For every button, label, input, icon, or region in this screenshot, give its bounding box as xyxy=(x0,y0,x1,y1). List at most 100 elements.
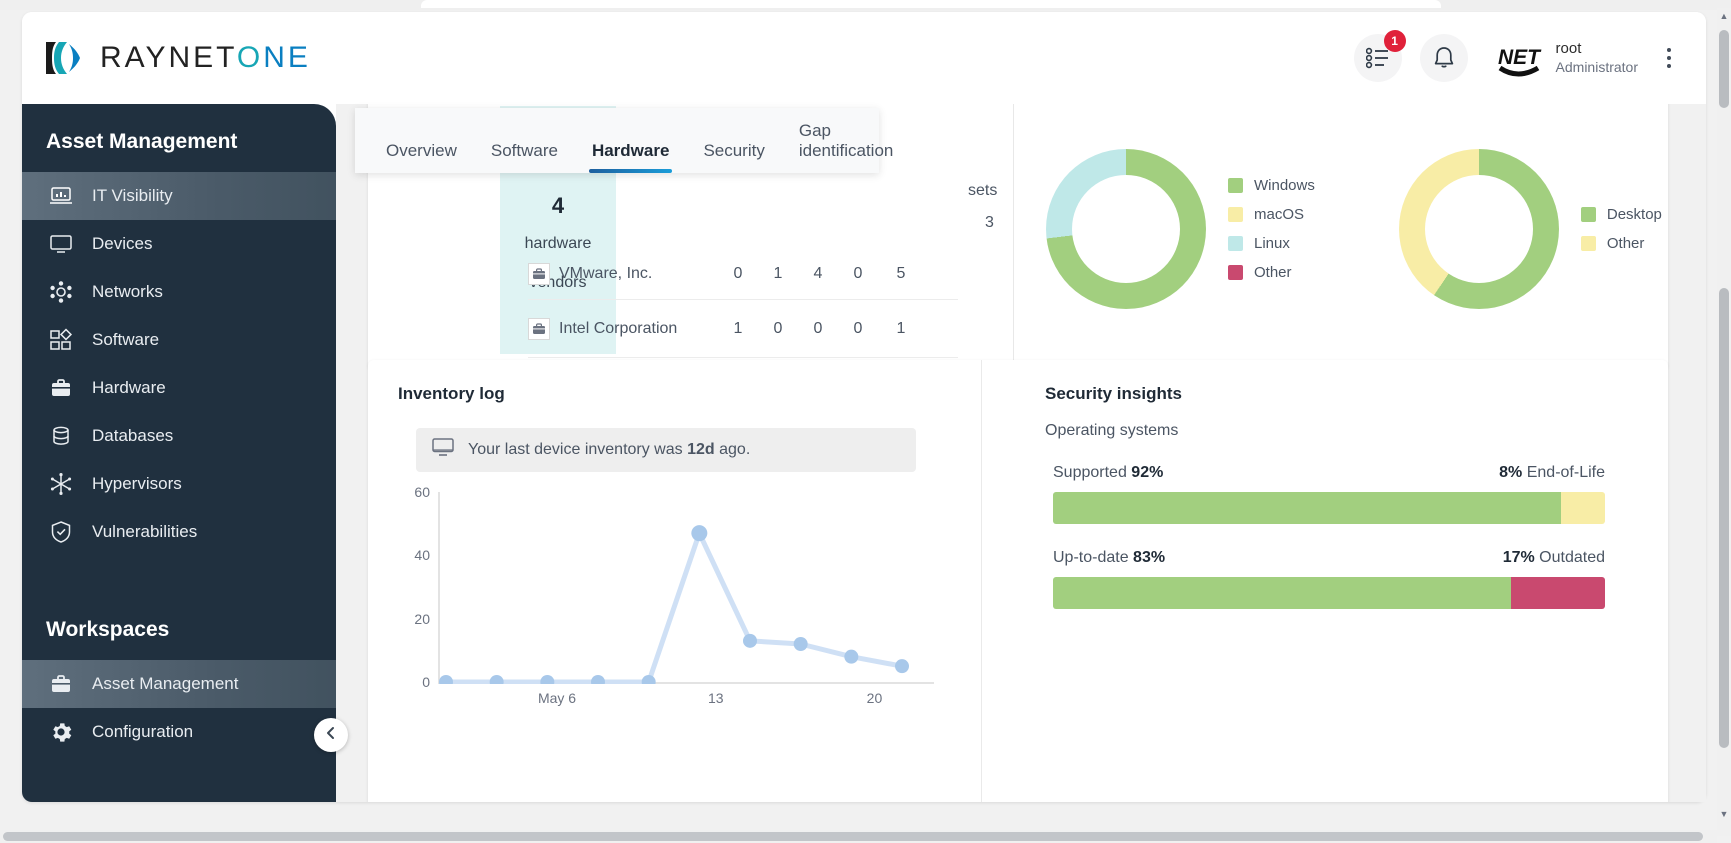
legend-swatch xyxy=(1580,236,1596,251)
sidebar-title: Asset Management xyxy=(46,130,238,153)
vendor-c4: 0 xyxy=(853,264,863,282)
factoid-number: 4 xyxy=(551,193,565,219)
legend-item[interactable]: Other xyxy=(1580,229,1662,258)
data-point[interactable] xyxy=(793,637,808,651)
clipped-value-fragment: 3 xyxy=(985,214,994,231)
operating-systems-donut[interactable] xyxy=(1046,149,1206,309)
main-content: landscape contains 4 hardware vendors se… xyxy=(336,104,1706,802)
avatar: NET xyxy=(1496,38,1544,78)
banner-value: 12d xyxy=(687,441,715,458)
tab-security[interactable]: Security xyxy=(686,141,781,173)
vendor-c2: 1 xyxy=(773,264,783,282)
vendor-c3: 4 xyxy=(813,264,823,282)
progress-bar[interactable] xyxy=(1053,492,1605,524)
vendor-name-cell: Intel Corporation xyxy=(528,317,718,340)
data-point[interactable] xyxy=(591,675,605,684)
device-types-donut[interactable] xyxy=(1398,149,1559,309)
kebab-menu-icon[interactable] xyxy=(1656,38,1682,78)
legend-item[interactable]: Windows xyxy=(1228,171,1315,200)
legend-swatch xyxy=(1580,207,1596,222)
sidebar-item-hypervisors[interactable]: Hypervisors xyxy=(22,460,336,508)
brand-logo[interactable]: RAYNETONE xyxy=(42,36,311,80)
vertical-scrollbar[interactable]: ▲ ▼ xyxy=(1717,8,1731,836)
bar-left-text: Supported xyxy=(1053,464,1127,481)
notifications-button[interactable] xyxy=(1419,34,1468,82)
data-point[interactable] xyxy=(439,675,453,684)
tab-hardware[interactable]: Hardware xyxy=(575,141,686,173)
horizontal-scroll-thumb[interactable] xyxy=(3,832,1703,841)
inventory-log-chart[interactable]: 60 40 20 0 May 6 13 20 xyxy=(398,484,958,722)
scroll-down-arrow[interactable]: ▼ xyxy=(1717,806,1731,822)
sidebar-item-it-visibility[interactable]: IT Visibility xyxy=(22,172,336,220)
line-path xyxy=(443,530,905,684)
security-insights-subtitle: Operating systems xyxy=(1045,422,1179,439)
horizontal-scrollbar[interactable] xyxy=(0,830,1717,843)
sidebar-item-label: Configuration xyxy=(92,722,194,741)
data-point[interactable] xyxy=(540,675,555,684)
user-meta: root Administrator xyxy=(1556,40,1638,76)
sidebar-collapse-button[interactable] xyxy=(314,718,348,752)
bar-right-label: 17% Outdated xyxy=(1503,549,1605,567)
vendor-c1: 0 xyxy=(733,264,743,282)
data-point[interactable] xyxy=(743,633,757,648)
application-window: RAYNETONE 1 NET root Administrator Asset… xyxy=(22,12,1706,802)
tab-software[interactable]: Software xyxy=(474,141,575,173)
tab-overview[interactable]: Overview xyxy=(369,141,474,173)
hardware-vendor-icon xyxy=(528,317,550,340)
vertical-scroll-thumb-top[interactable] xyxy=(1719,30,1729,108)
sidebar-item-label: Hardware xyxy=(92,378,166,397)
sidebar-item-devices[interactable]: Devices xyxy=(22,220,336,268)
card-divider xyxy=(981,360,982,802)
progress-bar[interactable] xyxy=(1053,577,1605,609)
tab-gap-identification[interactable]: Gap identification xyxy=(782,121,911,173)
snowflake-icon xyxy=(48,471,74,497)
os-donut-legend: Windows macOS Linux Other xyxy=(1228,171,1315,287)
sidebar-workspace-asset-management[interactable]: Asset Management xyxy=(22,660,336,708)
bar-right-text: Outdated xyxy=(1539,549,1605,566)
sidebar-item-label: Devices xyxy=(92,234,153,253)
legend-item[interactable]: Linux xyxy=(1228,229,1315,258)
x-axis-tick: 13 xyxy=(707,690,724,706)
table-row[interactable]: VMware, Inc. 0 1 4 0 5 xyxy=(528,248,958,300)
legend-item[interactable]: Desktop xyxy=(1580,200,1662,229)
sidebar-item-networks[interactable]: Networks xyxy=(22,268,336,316)
y-axis-tick: 0 xyxy=(422,674,430,690)
data-point[interactable] xyxy=(844,649,859,664)
data-point[interactable] xyxy=(641,675,656,684)
app-header: RAYNETONE 1 NET root Administrator xyxy=(22,12,1706,104)
y-axis-ticks: 60 40 20 0 xyxy=(398,484,430,690)
vertical-scroll-thumb[interactable] xyxy=(1719,288,1729,748)
banner-prefix: Your last device inventory was xyxy=(468,441,683,458)
bar-right-value: 8% xyxy=(1499,464,1523,481)
clipped-header-fragment: sets xyxy=(968,182,998,199)
user-menu[interactable]: NET root Administrator xyxy=(1496,38,1682,78)
sidebar-item-label: Asset Management xyxy=(92,674,239,693)
table-row[interactable]: Intel Corporation 1 0 0 0 1 xyxy=(528,300,958,358)
section-tabs: Overview Software Hardware Security Gap … xyxy=(355,108,893,173)
line-series xyxy=(439,525,909,684)
progress-rest xyxy=(1560,492,1605,524)
tasks-button[interactable]: 1 xyxy=(1353,30,1406,82)
progress-rest xyxy=(1511,577,1605,609)
legend-item[interactable]: macOS xyxy=(1228,200,1315,229)
sidebar-item-databases[interactable]: Databases xyxy=(22,412,336,460)
sidebar-item-software[interactable]: Software xyxy=(22,316,336,364)
sidebar-workspace-configuration[interactable]: Configuration xyxy=(22,708,336,756)
sidebar-item-vulnerabilities[interactable]: Vulnerabilities xyxy=(22,508,336,556)
donut-charts: Windows macOS Linux Other Desktop Other xyxy=(1028,104,1662,354)
data-point[interactable] xyxy=(489,675,504,684)
scroll-up-arrow[interactable]: ▲ xyxy=(1717,8,1731,24)
vendor-c3: 0 xyxy=(813,319,823,337)
sidebar-item-hardware[interactable]: Hardware xyxy=(22,364,336,412)
vendor-total: 5 xyxy=(896,264,906,282)
user-name: root xyxy=(1555,39,1582,57)
data-point[interactable] xyxy=(895,659,909,674)
brand-part1: RAYNET xyxy=(100,41,237,74)
card-divider xyxy=(1013,104,1014,370)
data-point-peak[interactable] xyxy=(691,525,708,542)
x-axis-tick: May 6 xyxy=(537,690,577,706)
legend-item[interactable]: Other xyxy=(1228,258,1315,287)
legend-label: Linux xyxy=(1254,235,1290,252)
database-icon xyxy=(48,423,74,449)
